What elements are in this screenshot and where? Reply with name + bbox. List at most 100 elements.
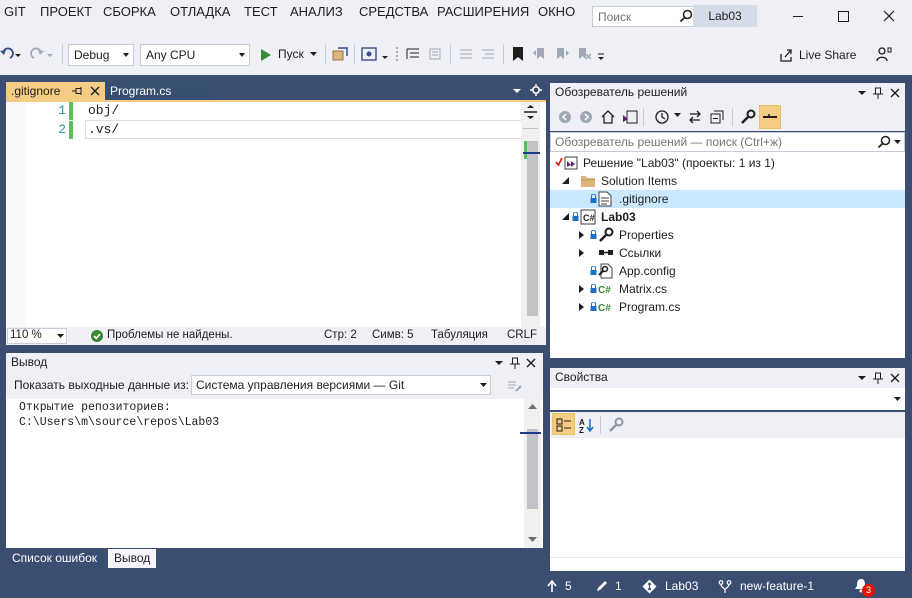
minimize-icon[interactable] — [788, 6, 808, 26]
collapsed-arrow-icon[interactable] — [579, 231, 584, 239]
output-source-combo[interactable]: Система управления версиями — Git — [191, 375, 491, 395]
editor-settings-gear-icon[interactable] — [530, 84, 542, 96]
collapsed-arrow-icon[interactable] — [579, 303, 584, 311]
menu-project[interactable]: ПРОЕКТ — [40, 4, 92, 19]
tab-list-dropdown-icon[interactable] — [512, 87, 522, 95]
global-search[interactable] — [592, 6, 698, 27]
tree-item-matrix-cs[interactable]: C# Matrix.cs — [550, 280, 905, 298]
close-panel-icon[interactable] — [889, 372, 901, 384]
menu-extensions[interactable]: РАСШИРЕНИЯ — [437, 4, 529, 19]
filter-dropdown-icon[interactable] — [674, 113, 681, 118]
expanded-arrow-icon[interactable] — [562, 177, 570, 185]
properties-object-combo[interactable] — [550, 388, 905, 410]
tree-item-properties[interactable]: Properties — [550, 226, 905, 244]
solution-explorer-search-input[interactable] — [551, 133, 871, 151]
search-options-dropdown-icon[interactable] — [894, 140, 901, 145]
code-line[interactable]: obj/ — [88, 103, 119, 118]
pin-icon[interactable] — [71, 85, 83, 97]
sync-icon[interactable] — [687, 109, 703, 125]
alphabetical-view-icon[interactable]: AZ — [579, 417, 595, 433]
live-share-button[interactable]: Live Share — [778, 46, 858, 64]
start-button[interactable]: Пуск — [258, 45, 320, 65]
zoom-combo[interactable]: 110 % — [7, 328, 67, 344]
tree-item-app-config[interactable]: App.config — [550, 262, 905, 280]
undo-dropdown-icon[interactable] — [14, 46, 22, 62]
tab-program-cs[interactable]: Program.cs — [106, 82, 212, 101]
problems-status[interactable]: Проблемы не найдены. — [107, 329, 233, 341]
solution-explorer-search[interactable] — [550, 132, 905, 152]
prev-bookmark-icon[interactable] — [532, 46, 548, 62]
tree-item-program-cs[interactable]: C# Program.cs — [550, 298, 905, 316]
pin-icon[interactable] — [872, 372, 884, 384]
clear-output-icon[interactable] — [506, 377, 522, 393]
push-commits-button[interactable]: 5 — [545, 575, 577, 598]
uncomment-icon[interactable] — [480, 46, 496, 62]
bookmark-icon[interactable] — [510, 46, 526, 62]
split-window-icon[interactable] — [524, 105, 537, 119]
tree-item-solution-items[interactable]: Solution Items — [550, 172, 905, 190]
switch-views-icon[interactable] — [622, 109, 638, 125]
tree-item-solution[interactable]: Решение "Lab03" (проекты: 1 из 1) — [550, 154, 905, 172]
step-over-icon[interactable] — [427, 46, 443, 62]
output-text-area[interactable]: Открытие репозиториев: C:\Users\m\source… — [6, 399, 543, 548]
expanded-arrow-icon[interactable] — [562, 213, 570, 221]
collapse-all-icon[interactable] — [709, 109, 725, 125]
property-pages-wrench-icon[interactable] — [608, 417, 624, 433]
preview-selected-items-button[interactable] — [759, 105, 781, 129]
platform-combo[interactable]: Any CPU — [140, 44, 250, 66]
indent-indicator[interactable]: Табуляция — [431, 329, 488, 341]
menu-analyze[interactable]: АНАЛИЗ — [290, 4, 343, 19]
maximize-icon[interactable] — [833, 6, 853, 26]
tab-error-list[interactable]: Список ошибок — [6, 549, 103, 568]
tree-item-gitignore[interactable]: .gitignore — [550, 190, 905, 208]
redo-icon[interactable] — [28, 46, 44, 62]
configuration-combo[interactable]: Debug — [68, 44, 134, 66]
clear-bookmarks-icon[interactable] — [576, 46, 592, 62]
close-panel-icon[interactable] — [889, 87, 901, 99]
branch-button[interactable]: new-feature-1 — [716, 575, 818, 598]
menu-test[interactable]: ТЕСТ — [244, 4, 278, 19]
line-indicator[interactable]: Стр: 2 — [324, 329, 357, 341]
tree-item-project[interactable]: C# Lab03 — [550, 208, 905, 226]
window-position-dropdown-icon[interactable] — [856, 372, 868, 384]
menu-tools[interactable]: СРЕДСТВА — [359, 4, 428, 19]
global-search-input[interactable] — [593, 7, 673, 26]
editor-vertical-scrollbar[interactable] — [521, 102, 540, 327]
collapsed-arrow-icon[interactable] — [579, 285, 584, 293]
scrollbar-thumb[interactable] — [527, 141, 538, 316]
solution-tree[interactable]: Решение "Lab03" (проекты: 1 из 1) Soluti… — [550, 152, 905, 358]
menu-debug[interactable]: ОТЛАДКА — [170, 4, 230, 19]
pin-icon[interactable] — [872, 87, 884, 99]
menu-window[interactable]: ОКНО — [538, 4, 575, 19]
close-icon[interactable] — [879, 6, 899, 26]
repository-button[interactable]: Lab03 — [642, 575, 702, 598]
forward-icon[interactable] — [579, 110, 593, 124]
pin-icon[interactable] — [509, 357, 521, 369]
menu-git[interactable]: GIT — [4, 4, 26, 19]
close-panel-icon[interactable] — [525, 357, 537, 369]
home-icon[interactable] — [600, 109, 616, 125]
tree-item-references[interactable]: Ссылки — [550, 244, 905, 262]
output-vertical-scrollbar[interactable] — [520, 399, 541, 548]
step-into-icon[interactable] — [405, 46, 421, 62]
next-bookmark-icon[interactable] — [554, 46, 570, 62]
notifications-button[interactable]: 3 — [854, 575, 876, 598]
pending-changes-filter-icon[interactable] — [654, 109, 670, 125]
screenshot-tool-icon[interactable] — [361, 46, 377, 62]
scrollbar-thumb[interactable] — [527, 429, 538, 509]
screenshot-dropdown-icon[interactable] — [381, 46, 389, 62]
comment-out-icon[interactable] — [458, 46, 474, 62]
redo-dropdown-icon[interactable] — [46, 46, 54, 62]
pending-changes-button[interactable]: 1 — [594, 575, 624, 598]
collapsed-arrow-icon[interactable] — [579, 249, 584, 257]
back-icon[interactable] — [558, 110, 572, 124]
tab-output[interactable]: Вывод — [108, 549, 157, 568]
column-indicator[interactable]: Симв: 5 — [372, 329, 414, 341]
window-position-dropdown-icon[interactable] — [856, 87, 868, 99]
properties-grid[interactable] — [550, 438, 905, 571]
window-position-dropdown-icon[interactable] — [493, 357, 505, 369]
feedback-icon[interactable] — [876, 46, 892, 62]
categorized-view-button[interactable] — [552, 413, 575, 435]
browser-link-icon[interactable] — [332, 46, 348, 62]
close-tab-icon[interactable] — [89, 85, 101, 97]
